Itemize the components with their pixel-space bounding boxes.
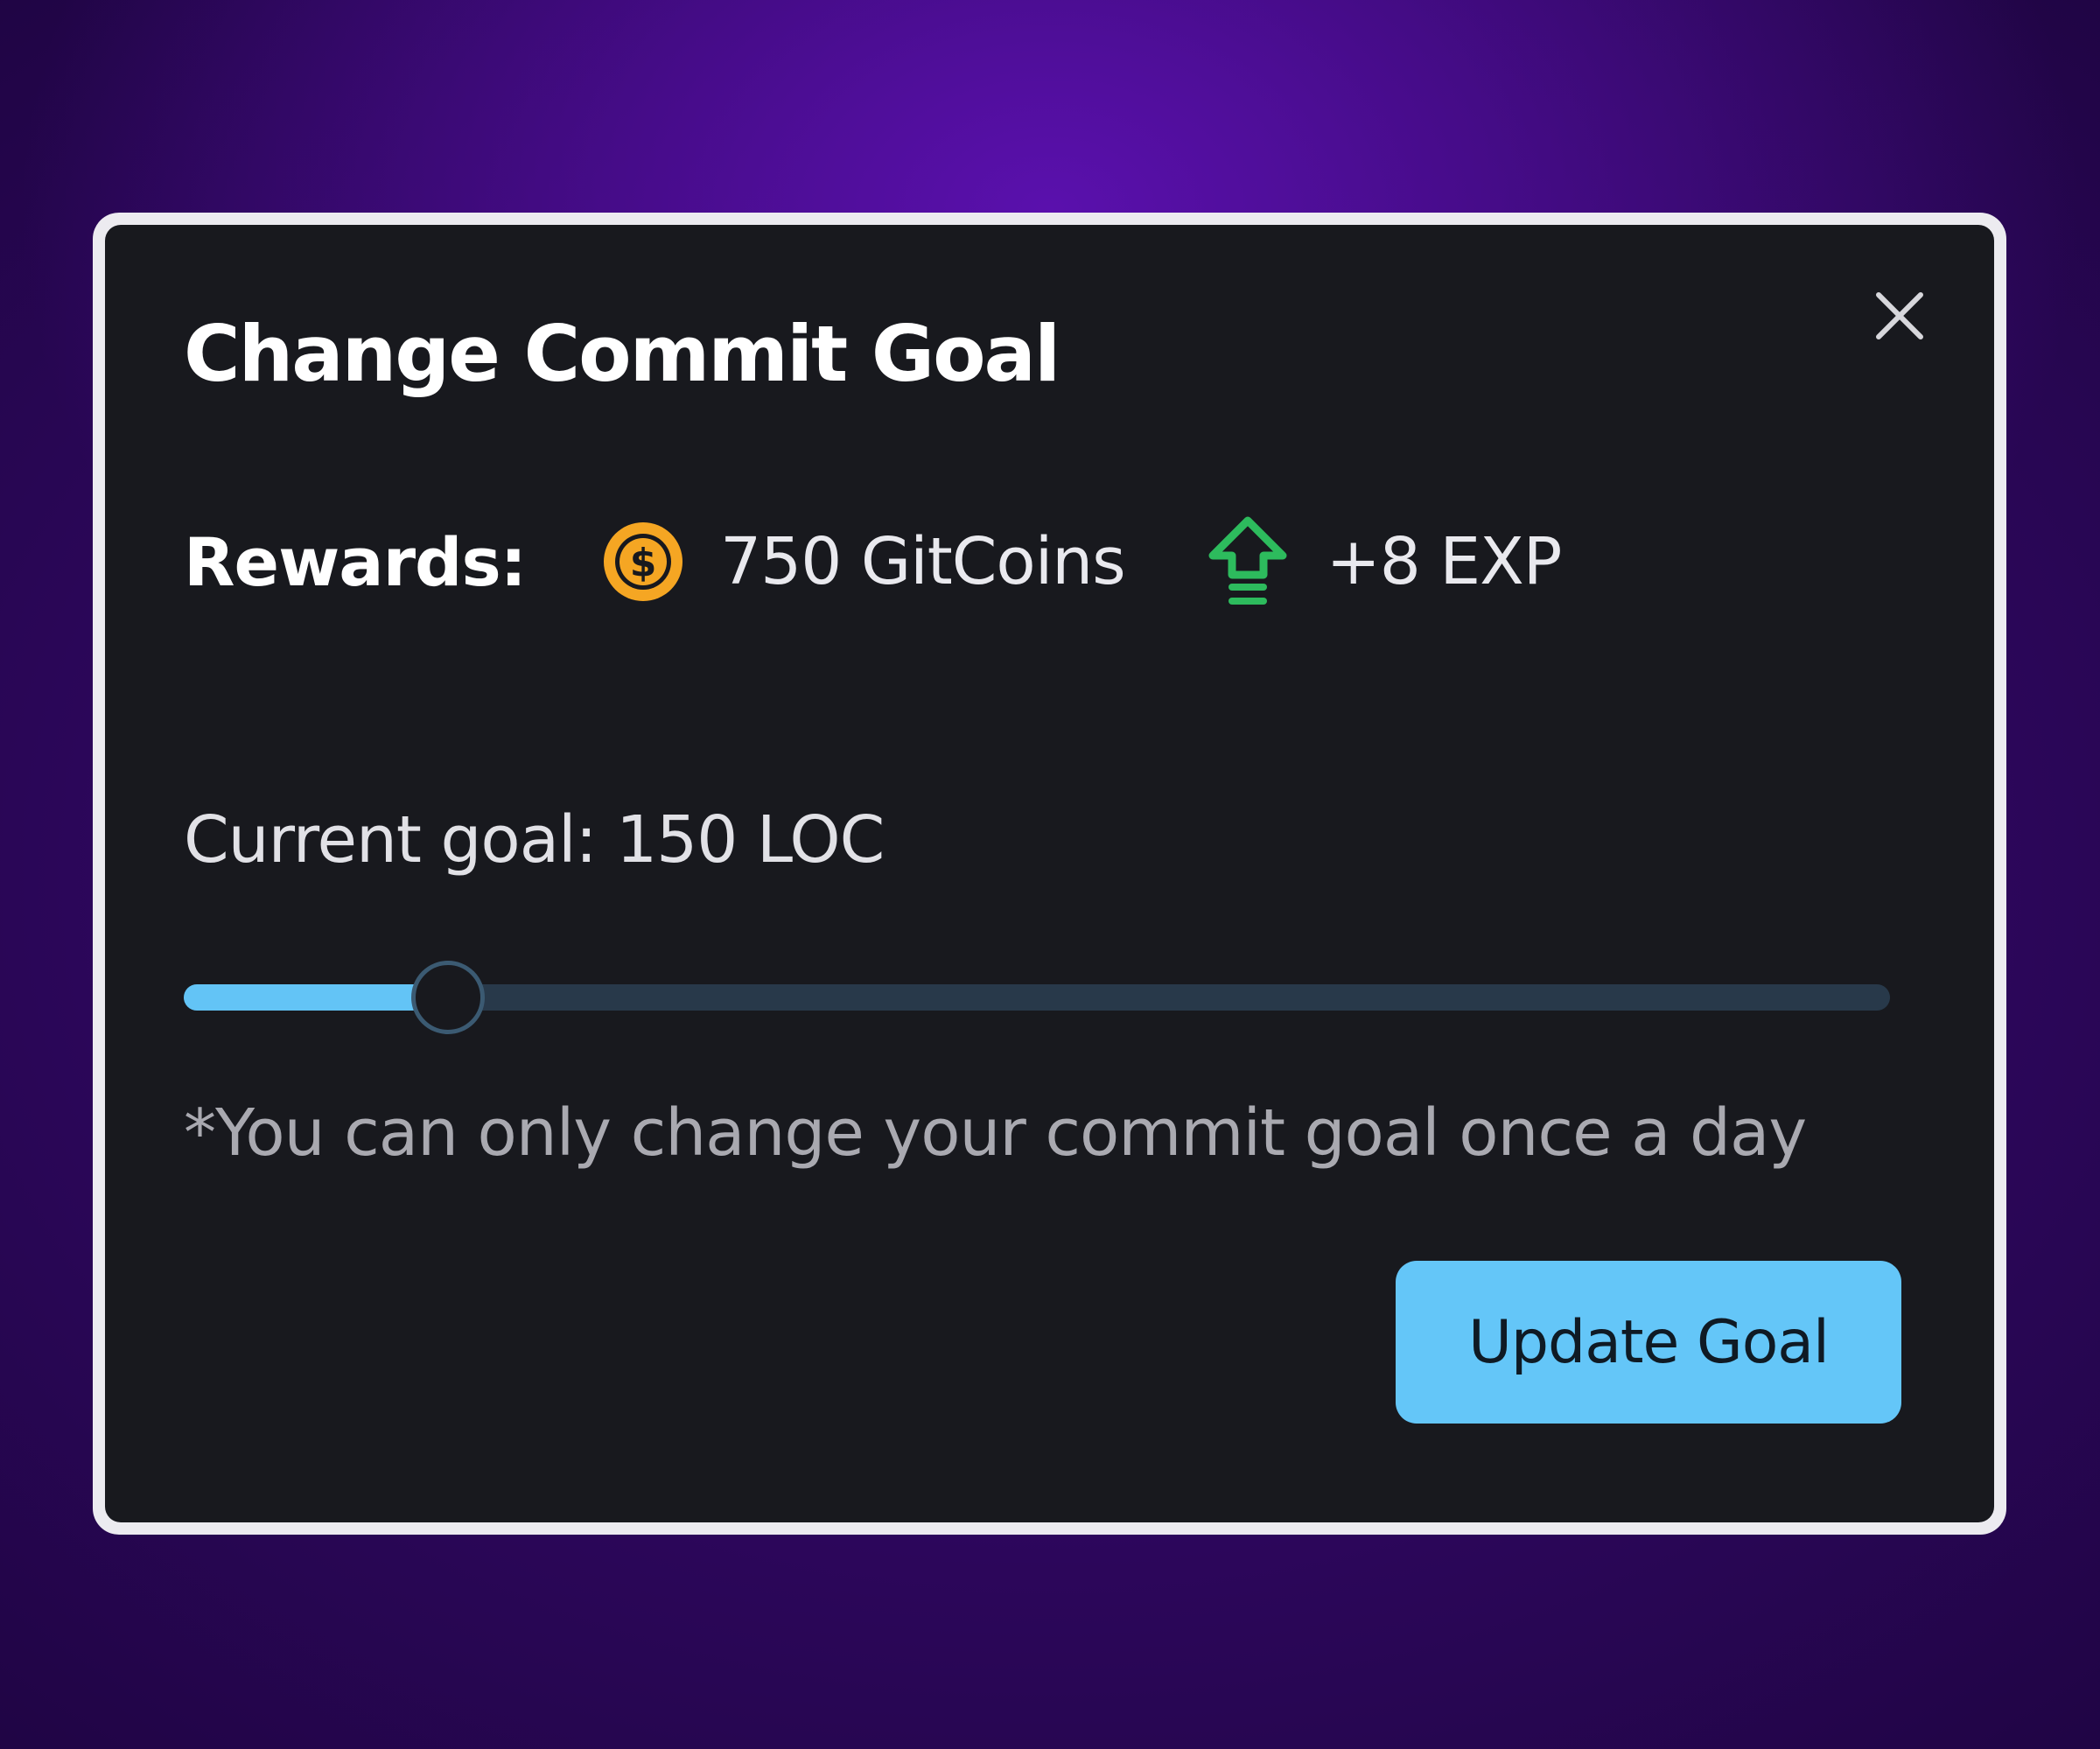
close-icon <box>1876 292 1923 339</box>
close-button[interactable] <box>1872 288 1928 344</box>
exp-value: +8 EXP <box>1326 524 1563 599</box>
rewards-row: Rewards: $ 750 GitCoins +8 EXP <box>184 514 1563 610</box>
rewards-label: Rewards: <box>184 522 527 601</box>
goal-change-note: *You can only change your commit goal on… <box>184 1095 1807 1171</box>
goal-slider[interactable] <box>184 958 1890 1037</box>
slider-thumb[interactable] <box>411 961 486 1034</box>
change-goal-dialog: Change Commit Goal Rewards: $ 750 GitCoi… <box>105 225 1994 1522</box>
coins-value: 750 GitCoins <box>720 524 1126 599</box>
coin-icon: $ <box>598 516 689 607</box>
current-goal-label: Current goal: 150 LOC <box>184 802 885 878</box>
slider-fill <box>184 984 449 1011</box>
svg-text:$: $ <box>630 541 657 585</box>
modal-frame: Change Commit Goal Rewards: $ 750 GitCoi… <box>93 213 2006 1535</box>
exp-arrow-icon <box>1204 514 1292 610</box>
update-goal-button[interactable]: Update Goal <box>1396 1261 1901 1424</box>
dialog-title: Change Commit Goal <box>184 309 1060 399</box>
